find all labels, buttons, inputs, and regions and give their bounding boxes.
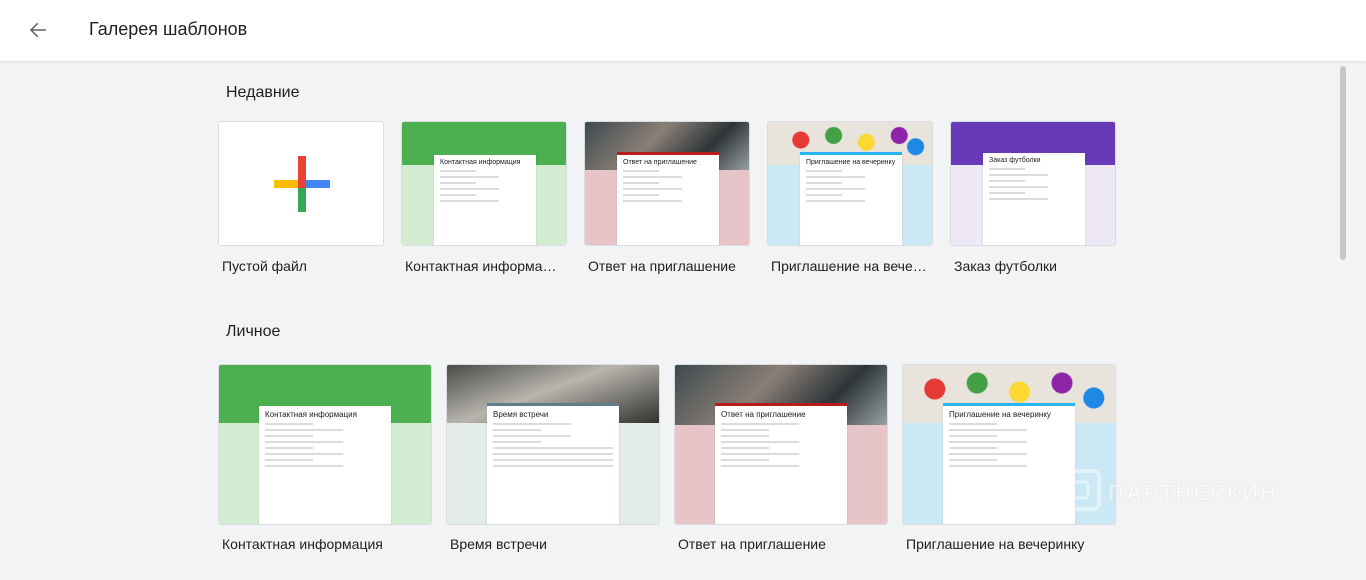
template-card-blank[interactable]: Пустой файл (218, 121, 384, 281)
arrow-back-icon (29, 22, 46, 38)
watermark-text: ПАРТНЕРКИН (1108, 480, 1278, 505)
section-title-personal: Личное (226, 323, 281, 340)
template-thumbnail: Время встречи (446, 364, 660, 525)
template-label: Ответ на приглашение (588, 258, 736, 274)
section-title-recent: Недавние (226, 84, 300, 101)
form-preview: Контактная информация (259, 403, 391, 524)
template-thumbnail: Ответ на приглашение (584, 121, 750, 246)
template-label: Заказ футболки (954, 258, 1057, 274)
watermark: ПАРТНЕРКИН (1046, 468, 1278, 518)
form-preview: Ответ на приглашение (617, 152, 719, 245)
template-thumbnail: Контактная информация (218, 364, 432, 525)
watermark-logo-icon (1047, 469, 1101, 517)
template-thumbnail: Заказ футболки (950, 121, 1116, 246)
page-title: Галерея шаблонов (89, 19, 248, 39)
template-card-party-invite[interactable]: Приглашение на вечеринку Приглашение на … (767, 121, 933, 281)
form-preview: Контактная информация (434, 152, 536, 245)
form-preview: Ответ на приглашение (715, 403, 847, 524)
scrollbar[interactable] (1340, 66, 1346, 260)
template-card-contact-info[interactable]: Контактная информация Контактная информа… (218, 364, 432, 558)
template-label: Время встречи (450, 536, 547, 552)
form-preview: Заказ футболки (983, 150, 1085, 245)
plus-icon (274, 156, 330, 212)
template-thumbnail: Контактная информация (401, 121, 567, 246)
template-card-rsvp[interactable]: Ответ на приглашение Ответ на приглашени… (584, 121, 750, 281)
template-thumbnail (218, 121, 384, 246)
template-label: Пустой файл (222, 258, 307, 274)
template-card-rsvp[interactable]: Ответ на приглашение Ответ на приглашени… (674, 364, 888, 558)
template-label: Контактная информация (222, 536, 383, 552)
template-thumbnail: Ответ на приглашение (674, 364, 888, 525)
template-card-meeting-time[interactable]: Время встречи Время встречи (446, 364, 660, 558)
template-card-contact-info[interactable]: Контактная информация Контактная информа… (401, 121, 567, 281)
template-card-tshirt-order[interactable]: Заказ футболки Заказ футболки (950, 121, 1116, 281)
template-thumbnail: Приглашение на вечеринку (767, 121, 933, 246)
template-card-party-invite[interactable]: Приглашение на вечеринку Приглашение на … (902, 364, 1116, 558)
template-label: Ответ на приглашение (678, 536, 826, 552)
form-preview: Время встречи (487, 403, 619, 524)
back-button[interactable] (22, 14, 54, 46)
top-app-bar: Галерея шаблонов (0, 0, 1366, 61)
template-label: Приглашение на вече… (771, 258, 927, 274)
template-label: Контактная информа… (405, 258, 557, 274)
template-label: Приглашение на вечеринку (906, 536, 1085, 552)
form-preview: Приглашение на вечеринку (800, 152, 902, 245)
